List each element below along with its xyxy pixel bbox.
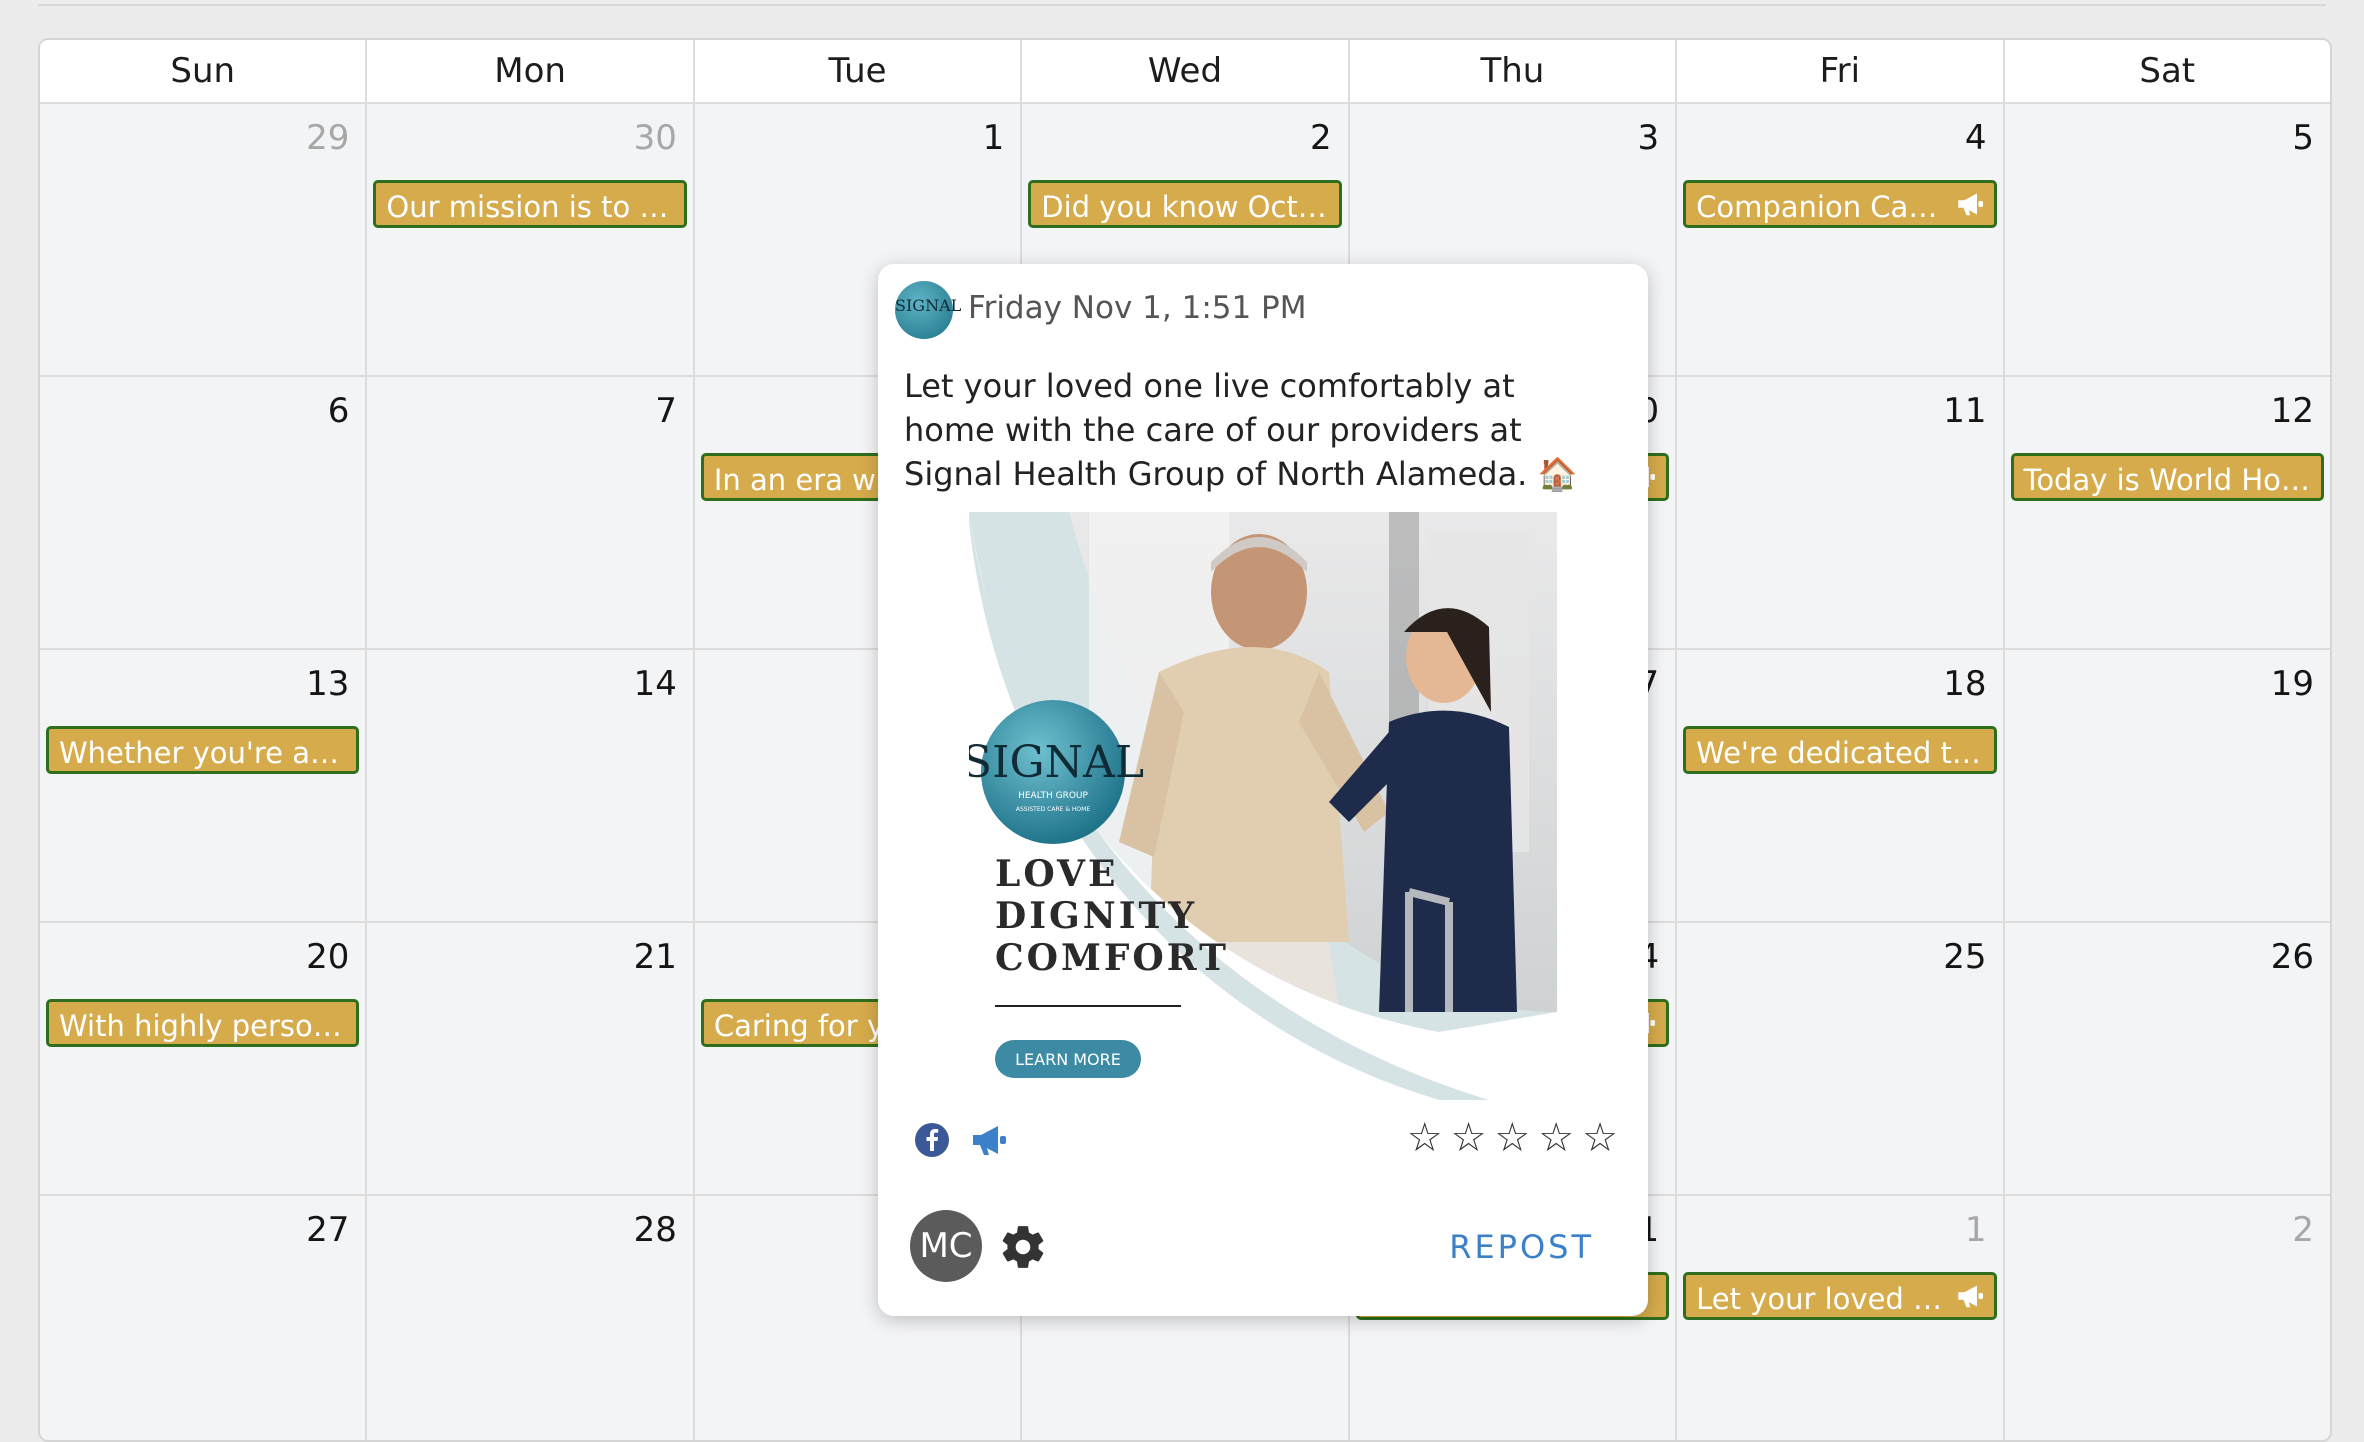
day-number: 26 [2270,937,2314,977]
calendar-day[interactable]: 5 [2005,104,2330,375]
day-number: 3 [1637,118,1660,158]
day-number: 7 [655,391,677,431]
top-divider [38,0,2326,6]
headline-love: LOVE [995,853,1118,895]
event-title: Our mission is to d... [386,190,686,224]
star-icon[interactable]: ☆ [1494,1116,1530,1160]
calendar-day[interactable]: 1 Let your loved o... [1677,1196,2005,1440]
star-icon[interactable]: ☆ [1451,1116,1487,1160]
logo-subtitle-2: ASSISTED CARE & HOME [1016,806,1090,813]
calendar-day[interactable]: 2 [2005,1196,2330,1440]
event-title: With highly person... [59,1009,359,1043]
calendar-event[interactable]: Did you know Octo... [1028,180,1342,228]
star-icon[interactable]: ☆ [1407,1116,1443,1160]
calendar-day[interactable]: 28 [367,1196,695,1440]
facebook-icon[interactable] [914,1122,950,1158]
weekday-label: Sat [2139,51,2196,91]
event-title: Today is World Hos... [2023,463,2324,497]
day-number: 27 [306,1210,350,1250]
calendar-day[interactable]: 27 [40,1196,368,1440]
calendar-day[interactable]: 13 Whether you're a m... [40,650,368,921]
calendar-event[interactable]: With highly person... [46,999,360,1047]
event-title: We're dedicated to ... [1696,736,1997,770]
day-number: 29 [306,118,350,158]
star-icon[interactable]: ☆ [1538,1116,1574,1160]
calendar-day[interactable]: 7 [367,377,695,648]
calendar-day[interactable]: 11 [1677,377,2005,648]
event-title: Whether you're a m... [59,736,360,770]
calendar-event[interactable]: Whether you're a m... [46,726,360,774]
calendar-day[interactable]: 12 Today is World Hos... [2005,377,2330,648]
post-preview-popover: SIGNAL Friday Nov 1, 1:51 PM Let your lo… [878,264,1648,1316]
day-number: 5 [2292,118,2314,158]
event-title: Caring for yo [713,1009,902,1043]
user-avatar[interactable]: MC [910,1210,982,1282]
calendar-event[interactable]: Our mission is to d... [373,180,687,228]
day-number: 25 [1943,937,1987,977]
calendar-event[interactable]: We're dedicated to ... [1683,726,1997,774]
post-image-art: SIGNAL HEALTH GROUP ASSISTED CARE & HOME… [969,512,1557,1100]
megaphone-icon[interactable] [970,1122,1010,1158]
event-title: In an era wh [713,463,895,497]
weekday-label: Wed [1022,40,1350,102]
calendar-event[interactable]: Let your loved o... [1683,1272,1997,1320]
weekday-label: Tue [695,40,1023,102]
calendar-day[interactable]: 21 [367,923,695,1194]
megaphone-icon [1957,193,1983,216]
day-number: 12 [2270,391,2314,431]
gear-icon[interactable] [998,1222,1048,1272]
headline-dignity: DIGNITY [995,895,1197,937]
post-text: Let your loved one live comfortably at h… [904,367,1578,493]
calendar-event[interactable]: Companion Care... [1683,180,1997,228]
event-title: Did you know Octo... [1041,190,1342,224]
calendar-day[interactable]: 6 [40,377,368,648]
day-number: 14 [633,664,677,704]
calendar-day[interactable]: 4 Companion Care... [1677,104,2005,375]
page-avatar-text: SIGNAL [895,296,962,315]
calendar-day[interactable]: 29 [40,104,368,375]
day-number: 21 [633,937,677,977]
learn-more-label: LEARN MORE [1015,1050,1121,1069]
page-avatar: SIGNAL [895,281,962,339]
headline-comfort: COMFORT [995,937,1229,979]
megaphone-icon [1957,1285,1983,1308]
weekday-label: Mon [367,40,695,102]
weekday-label: Sun [40,40,368,102]
calendar-day[interactable]: 25 [1677,923,2005,1194]
day-number: 30 [633,118,677,158]
repost-button[interactable]: REPOST [1449,1228,1594,1266]
day-number: 1 [982,118,1005,158]
logo-text: SIGNAL [969,737,1144,788]
weekday-header: Sun Mon Tue Wed Thu Fri Sat [40,40,2330,104]
logo-subtitle: HEALTH GROUP [1018,791,1088,801]
day-number: 2 [1310,118,1332,158]
channel-icons [914,1122,1010,1158]
weekday-label: Thu [1350,40,1678,102]
calendar-day[interactable]: 26 [2005,923,2330,1194]
rating-stars[interactable]: ☆ ☆ ☆ ☆ ☆ [1407,1116,1618,1160]
post-image[interactable]: SIGNAL HEALTH GROUP ASSISTED CARE & HOME… [969,512,1557,1100]
calendar-day[interactable]: 20 With highly person... [40,923,368,1194]
day-number: 28 [633,1210,677,1250]
day-number: 11 [1943,391,1987,431]
day-number: 19 [2270,664,2314,704]
day-number: 2 [2292,1210,2314,1250]
star-icon[interactable]: ☆ [1582,1116,1618,1160]
weekday-label: Fri [1677,40,2005,102]
day-number: 18 [1943,664,1987,704]
event-title: Let your loved o... [1696,1282,1958,1316]
calendar-day[interactable]: 14 [367,650,695,921]
calendar-day[interactable]: 18 We're dedicated to ... [1677,650,2005,921]
day-number: 6 [327,391,350,431]
event-title: Companion Care... [1696,190,1966,224]
day-number: 20 [306,937,350,977]
post-date: Friday Nov 1, 1:51 PM [968,290,1307,326]
calendar-day[interactable]: 19 [2005,650,2330,921]
day-number: 4 [1964,118,1987,158]
day-number: 1 [1964,1210,1987,1250]
calendar-event[interactable]: Today is World Hos... [2010,453,2324,501]
day-number: 13 [306,664,350,704]
calendar-day[interactable]: 30 Our mission is to d... [367,104,695,375]
